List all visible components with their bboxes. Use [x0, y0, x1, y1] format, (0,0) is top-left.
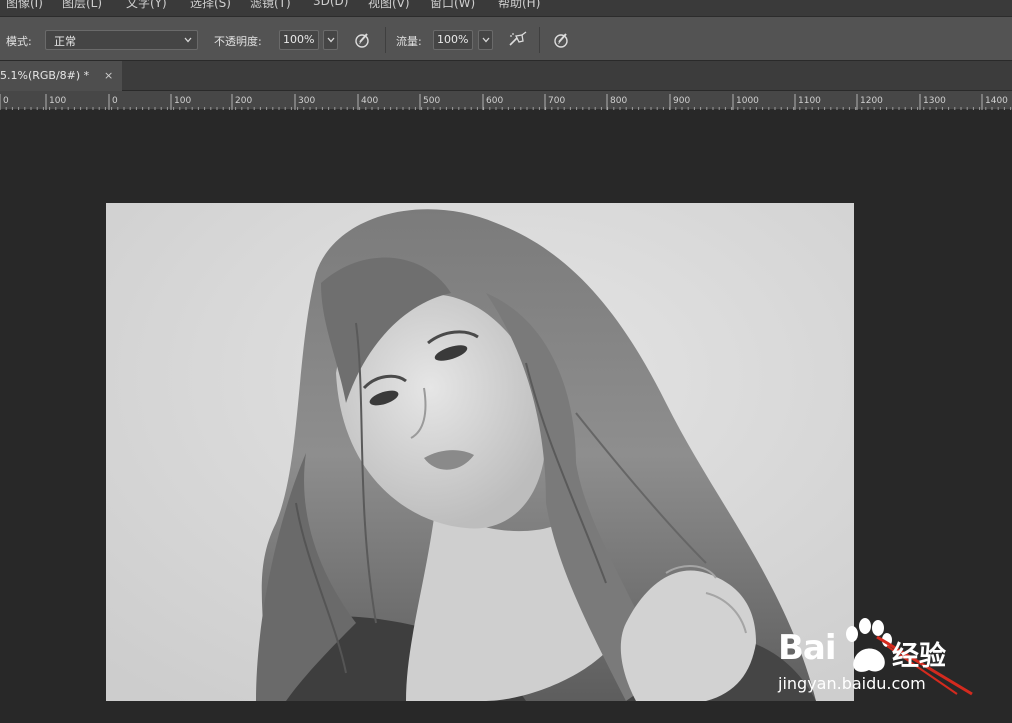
canvas-area[interactable]: Bai 经验 jingyan.baidu.com: [0, 111, 1012, 723]
chevron-down-icon: [184, 37, 192, 43]
chevron-down-icon: [482, 37, 490, 43]
menu-filter[interactable]: 滤镜(T): [250, 0, 291, 11]
ruler-label: 1100: [798, 96, 821, 106]
menu-type[interactable]: 文字(Y): [126, 0, 167, 11]
ruler-label: 200: [235, 96, 252, 106]
baidu-jingyan-watermark: Bai 经验 jingyan.baidu.com: [772, 612, 992, 702]
close-icon[interactable]: ×: [104, 69, 113, 82]
ruler-label: 1200: [860, 96, 883, 106]
ruler-label: 800: [610, 96, 627, 106]
ruler-label: 1300: [923, 96, 946, 106]
horizontal-ruler[interactable]: 0 100 0 100 200 300 400 500 600 700 800 900 1000 1100…: [0, 91, 1012, 110]
chevron-down-icon: [327, 37, 335, 43]
flow-field[interactable]: 100%: [433, 30, 473, 50]
ruler-label: 0: [112, 96, 118, 106]
pressure-size-icon[interactable]: [551, 30, 571, 50]
menu-image[interactable]: 图像(I): [6, 0, 43, 11]
opacity-field[interactable]: 100%: [279, 30, 319, 50]
ruler-label: 100: [174, 96, 191, 106]
mode-value: 正常: [54, 35, 76, 48]
portrait-photo: [106, 203, 854, 701]
ruler-ticks: 0 100 0 100 200 300 400 500 600 700 800 900 1000 1100…: [0, 94, 1012, 110]
opacity-label: 不透明度:: [214, 35, 262, 48]
menu-select[interactable]: 选择(S): [190, 0, 231, 11]
watermark-brand-suffix: 经验: [892, 641, 946, 672]
flow-label: 流量:: [396, 35, 422, 48]
ruler-label: 1400: [985, 96, 1008, 106]
menu-help[interactable]: 帮助(H): [498, 0, 540, 11]
menu-layer[interactable]: 图层(L): [62, 0, 102, 11]
mode-select[interactable]: 正常: [45, 30, 198, 50]
menu-window[interactable]: 窗口(W): [430, 0, 475, 11]
watermark-url: jingyan.baidu.com: [778, 674, 926, 693]
flow-value: 100%: [437, 33, 469, 46]
ruler-label: 0: [3, 96, 9, 106]
mode-label: 模式:: [6, 35, 32, 48]
document-tab-title: 5.1%(RGB/8#) *: [0, 69, 90, 82]
ruler-label: 900: [673, 96, 690, 106]
ruler-label: 100: [49, 96, 66, 106]
flow-dropdown-button[interactable]: [478, 30, 493, 50]
airbrush-icon[interactable]: [507, 30, 527, 50]
ruler-label: 400: [361, 96, 378, 106]
options-separator: [539, 27, 540, 53]
opacity-value: 100%: [283, 33, 315, 46]
options-bar: 模式: 正常 不透明度: 100% 流量: 100%: [0, 16, 1012, 61]
ruler-label: 700: [548, 96, 565, 106]
photo-image[interactable]: [106, 203, 854, 701]
options-separator: [385, 27, 386, 53]
ruler-label: 1000: [736, 96, 759, 106]
document-tab-strip: 5.1%(RGB/8#) * ×: [0, 61, 1012, 91]
ruler-label: 500: [423, 96, 440, 106]
menu-3d[interactable]: 3D(D): [313, 0, 348, 8]
ruler-label: 600: [486, 96, 503, 106]
menu-bar: 图像(I) 图层(L) 文字(Y) 选择(S) 滤镜(T) 3D(D) 视图(V…: [0, 0, 1012, 16]
pressure-opacity-icon[interactable]: [352, 30, 372, 50]
ruler-label: 300: [298, 96, 315, 106]
watermark-brand: Bai: [778, 628, 837, 668]
opacity-dropdown-button[interactable]: [323, 30, 338, 50]
menu-view[interactable]: 视图(V): [368, 0, 410, 11]
document-tab[interactable]: 5.1%(RGB/8#) * ×: [0, 61, 122, 91]
